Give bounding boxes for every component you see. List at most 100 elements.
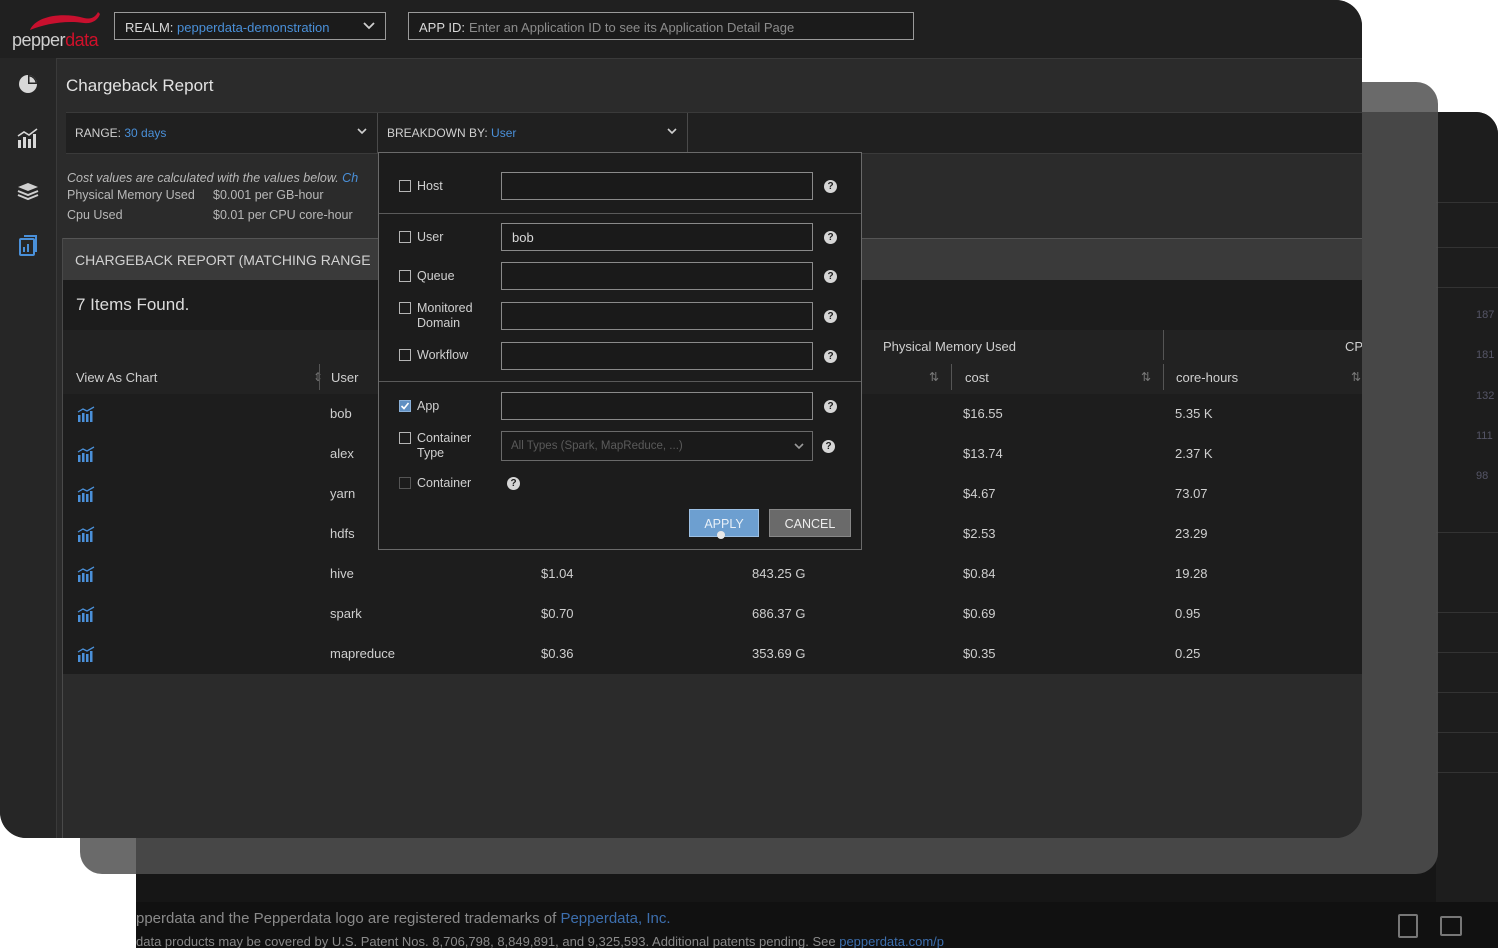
queue-input[interactable] — [501, 262, 813, 290]
user-checkbox[interactable] — [399, 231, 411, 243]
app-id-input[interactable] — [467, 16, 901, 38]
group-divider — [1163, 330, 1164, 360]
help-icon[interactable]: ? — [824, 350, 837, 363]
col-core-hours[interactable]: core-hours — [1176, 370, 1238, 385]
view-chart-icon[interactable] — [77, 486, 95, 502]
cell-cost: $0.69 — [963, 606, 996, 621]
background-divider — [1436, 202, 1498, 203]
help-icon[interactable]: ? — [824, 231, 837, 244]
background-divider — [1436, 247, 1498, 248]
footer-company-link[interactable]: Pepperdata, Inc. — [560, 910, 670, 927]
realm-selector[interactable]: REALM: pepperdata-demonstration — [114, 12, 386, 40]
cell-core-hours: 0.95 — [1175, 606, 1201, 621]
column-resize-handle[interactable] — [319, 364, 320, 390]
monitored-domain-input[interactable] — [501, 302, 813, 330]
user-queue-section: User ? Queue ? MonitoredDomain ? Workflo… — [379, 213, 861, 382]
background-divider — [1436, 287, 1498, 288]
background-divider — [1436, 612, 1498, 613]
view-chart-icon[interactable] — [77, 406, 95, 422]
items-found-text: 7 Items Found. — [76, 295, 190, 314]
help-icon[interactable]: ? — [824, 400, 837, 413]
group-cpu: CP — [1345, 339, 1362, 354]
range-selector[interactable]: RANGE: 30 days — [66, 113, 378, 153]
col-user[interactable]: User — [331, 370, 358, 385]
view-chart-icon[interactable] — [77, 606, 95, 622]
queue-label: Queue — [417, 269, 455, 283]
container-type-checkbox[interactable] — [399, 432, 411, 444]
database-stack-icon[interactable] — [16, 180, 40, 204]
column-resize-handle[interactable] — [1163, 364, 1164, 390]
cancel-button[interactable]: CANCEL — [769, 509, 851, 537]
sort-icon[interactable]: ⇅ — [1141, 370, 1151, 384]
col-view-as-chart: View As Chart — [76, 370, 158, 385]
breakdown-label: BREAKDOWN BY: User — [387, 126, 517, 140]
cell-user: alex — [330, 446, 354, 461]
chevron-down-icon — [667, 128, 677, 135]
rate-label: Physical Memory Used — [67, 188, 195, 202]
pie-chart-icon[interactable] — [16, 72, 40, 96]
cell-core-hours: 5.35 K — [1175, 406, 1213, 421]
cell-gb-hours: 353.69 G — [752, 646, 806, 661]
help-icon[interactable]: ? — [824, 180, 837, 193]
sort-icon[interactable]: ⇅ — [1351, 370, 1361, 384]
view-chart-icon[interactable] — [77, 646, 95, 662]
host-section: Host ? — [379, 153, 861, 214]
background-footer: pperdata and the Pepperdata logo are reg… — [136, 902, 1498, 948]
sort-icon[interactable]: ⇅ — [929, 370, 939, 384]
cell-user: mapreduce — [330, 646, 396, 661]
col-memory-cost[interactable]: cost — [965, 370, 989, 385]
help-icon[interactable]: ? — [822, 440, 835, 453]
container-type-select[interactable]: All Types (Spark, MapReduce, ...) — [501, 431, 813, 461]
top-bar: pepperdata REALM: pepperdata-demonstrati… — [0, 0, 1362, 59]
app-checkbox[interactable] — [399, 400, 411, 412]
container-type-placeholder: All Types (Spark, MapReduce, ...) — [511, 440, 683, 452]
background-divider — [1436, 732, 1498, 733]
user-input[interactable] — [501, 223, 813, 251]
column-resize-handle[interactable] — [951, 364, 952, 390]
footer-patent-link[interactable]: pepperdata.com/p — [839, 934, 944, 948]
help-icon[interactable]: ? — [824, 310, 837, 323]
help-icon[interactable]: ? — [507, 477, 520, 490]
checkmark-icon — [400, 402, 410, 410]
range-value: 30 days — [124, 126, 167, 140]
user-label: User — [417, 230, 444, 244]
pepper-logo-icon — [30, 12, 100, 30]
app-id-label: APP ID: — [419, 20, 466, 35]
cell-core-hours: 73.07 — [1175, 486, 1208, 501]
window-icon[interactable] — [1440, 916, 1462, 936]
host-checkbox[interactable] — [399, 180, 411, 192]
host-input[interactable] — [501, 172, 813, 200]
footer-patent-text: data products may be covered by U.S. Pat… — [136, 934, 945, 948]
report-empty-area — [63, 674, 1362, 838]
view-chart-icon[interactable] — [77, 526, 95, 542]
chevron-down-icon — [357, 128, 367, 135]
monitored-domain-checkbox[interactable] — [399, 302, 411, 314]
app-input[interactable] — [501, 392, 813, 420]
cell-cost: $0.35 — [963, 646, 996, 661]
change-rates-link[interactable]: Ch — [342, 171, 358, 185]
cell-cost: $0.84 — [963, 566, 996, 581]
cell-core-hours: 0.25 — [1175, 646, 1201, 661]
rate-value: $0.001 per GB-hour — [213, 188, 324, 202]
cell-core-hours: 19.28 — [1175, 566, 1208, 581]
bar-chart-icon[interactable] — [16, 126, 40, 150]
workflow-checkbox[interactable] — [399, 349, 411, 361]
report-icon[interactable] — [16, 234, 40, 258]
breakdown-filter-panel: Host ? User ? Queue ? MonitoredDomain ? … — [378, 152, 862, 550]
workflow-input[interactable] — [501, 342, 813, 370]
view-chart-icon[interactable] — [77, 566, 95, 582]
range-label: RANGE: 30 days — [75, 126, 167, 140]
cell-user: hive — [330, 566, 354, 581]
document-icon[interactable] — [1398, 914, 1418, 938]
cost-note: Cost values are calculated with the valu… — [67, 171, 359, 185]
queue-checkbox[interactable] — [399, 270, 411, 282]
breakdown-selector[interactable]: BREAKDOWN BY: User — [378, 113, 688, 153]
background-value: 132 — [1476, 390, 1495, 402]
cell-cost: $13.74 — [963, 446, 1003, 461]
table-row: hive $1.04 843.25 G $0.84 19.28 — [63, 554, 1362, 595]
view-chart-icon[interactable] — [77, 446, 95, 462]
help-icon[interactable]: ? — [824, 270, 837, 283]
cell-core-hours: 23.29 — [1175, 526, 1208, 541]
container-checkbox[interactable] — [399, 477, 411, 489]
cell-user: yarn — [330, 486, 356, 501]
